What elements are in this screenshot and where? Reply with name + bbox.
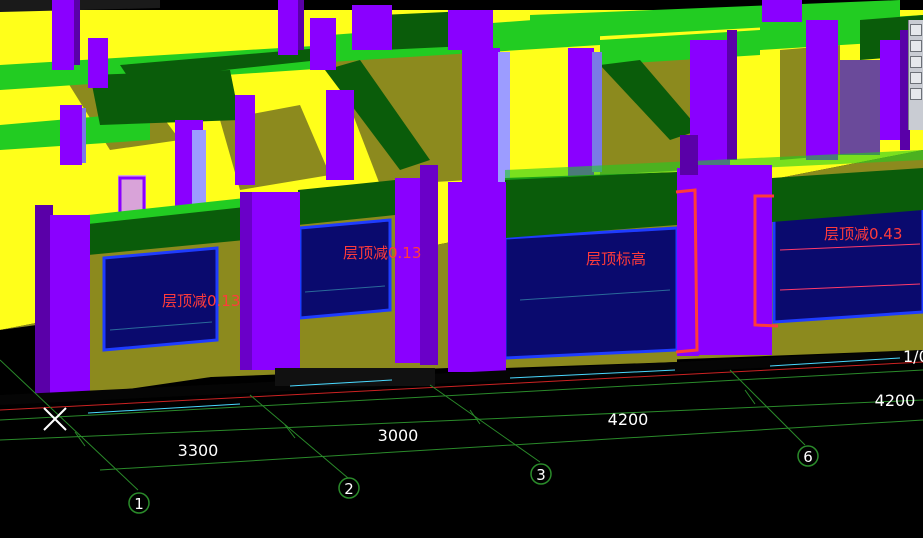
annotation-floor-top-elevation: 层顶标高 [586,250,646,268]
axis-label-1: 1 [134,495,144,513]
annotation-floor-top-minus-013-b: 层顶减0.13 [343,244,421,262]
axis-label-2: 2 [344,480,354,498]
dimension-4200-b: 4200 [875,391,916,410]
partial-axis-label: 1/0 [903,347,923,366]
3d-model-viewport[interactable]: 1 2 3 6 3300 3000 4200 4200 1/0 层顶减0.13 … [0,0,923,538]
dimension-3000: 3000 [378,426,419,445]
view-toolbar [908,20,923,130]
settings-icon[interactable] [910,88,922,100]
zoom-icon[interactable] [910,40,922,52]
annotation-floor-top-minus-043: 层顶减0.43 [824,225,902,243]
orbit-icon[interactable] [910,24,922,36]
pan-icon[interactable] [910,56,922,68]
axis-label-3: 3 [536,466,546,484]
layers-icon[interactable] [910,72,922,84]
annotation-floor-top-minus-013-a: 层顶减0.13 [162,292,240,310]
dimension-3300: 3300 [178,441,219,460]
axis-label-6: 6 [803,448,813,466]
dimension-4200-a: 4200 [608,410,649,429]
